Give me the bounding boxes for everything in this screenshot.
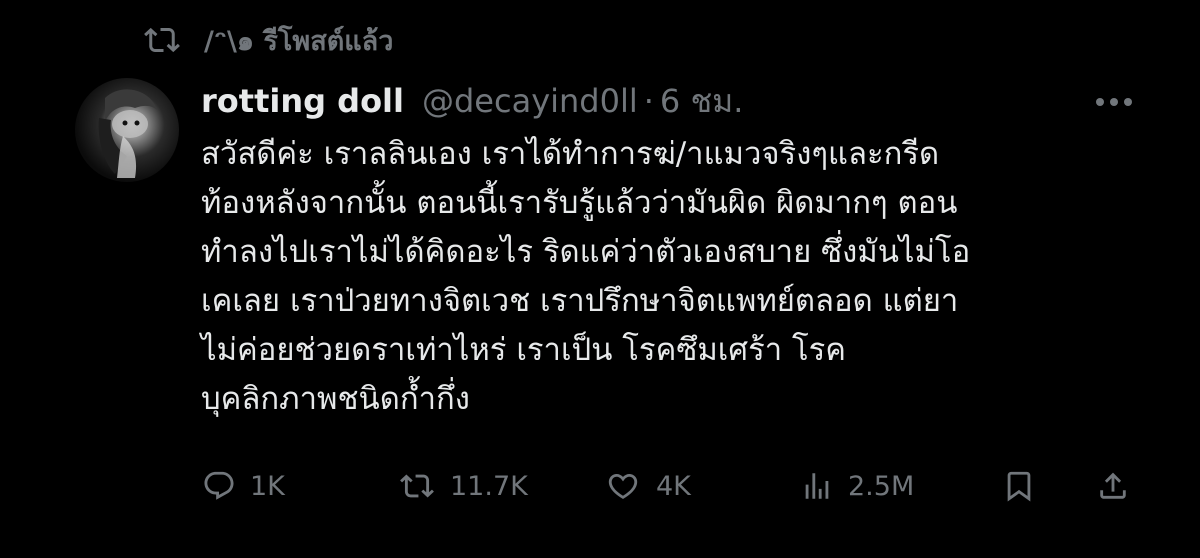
tweet-text-line: ท้องหลังจากนั้น ตอนนี้เรารับรู้แล้วว่ามั… bbox=[201, 185, 958, 221]
action-bar: 1K 11.7K 4K 2.5M bbox=[200, 460, 1150, 512]
views-count: 2.5M bbox=[848, 470, 915, 502]
timestamp[interactable]: 6 ชม. bbox=[660, 76, 744, 127]
share-button[interactable] bbox=[1096, 460, 1130, 512]
views-icon bbox=[805, 473, 829, 499]
user-handle[interactable]: @decayind0ll bbox=[422, 82, 638, 120]
tweet-text-line: บุคลิกภาพชนิดก้ำกึ่ง bbox=[201, 381, 470, 417]
separator-dot: · bbox=[643, 82, 654, 120]
repost-banner-text[interactable]: /ᵔ\๑ รีโพสต์แล้ว bbox=[204, 19, 393, 62]
reply-count: 1K bbox=[250, 470, 285, 502]
tweet-text: สวัสดีค่ะ เราลลินเอง เราได้ทำการฆ่/าแมวจ… bbox=[201, 130, 1181, 424]
repost-banner: /ᵔ\๑ รีโพสต์แล้ว bbox=[140, 20, 393, 60]
like-count: 4K bbox=[656, 470, 691, 502]
tweet-text-line: สวัสดีค่ะ เราลลินเอง เราได้ทำการฆ่/าแมวจ… bbox=[201, 136, 940, 172]
tweet-text-line: ไม่ค่อยช่วยดราเท่าไหร่ เราเป็น โรคซึมเศร… bbox=[201, 332, 847, 368]
display-name[interactable]: rotting doll bbox=[201, 82, 404, 120]
reply-button[interactable]: 1K bbox=[202, 460, 285, 512]
avatar[interactable] bbox=[75, 78, 179, 182]
tweet-text-line: ทำลงไปเราไม่ได้คิดอะไร ริดแค่ว่าตัวเองสบ… bbox=[201, 234, 971, 270]
repost-count: 11.7K bbox=[450, 470, 528, 502]
bookmark-icon bbox=[1007, 471, 1031, 502]
more-icon bbox=[1096, 98, 1132, 106]
heart-icon bbox=[608, 473, 638, 499]
tweet-header: rotting doll @decayind0ll · 6 ชม. bbox=[201, 76, 743, 126]
repost-icon bbox=[144, 27, 180, 53]
repost-button[interactable]: 11.7K bbox=[398, 460, 528, 512]
tweet-text-line: เคเลย เราป่วยทางจิตเวช เราปรึกษาจิตแพทย์… bbox=[201, 283, 959, 319]
reply-icon bbox=[204, 471, 234, 500]
bookmark-button[interactable] bbox=[1002, 460, 1036, 512]
repost-icon bbox=[400, 474, 434, 498]
more-options-button[interactable] bbox=[1090, 88, 1138, 116]
like-button[interactable]: 4K bbox=[604, 460, 691, 512]
avatar-image bbox=[98, 89, 157, 178]
views-button[interactable]: 2.5M bbox=[800, 460, 914, 512]
share-icon bbox=[1100, 472, 1126, 499]
